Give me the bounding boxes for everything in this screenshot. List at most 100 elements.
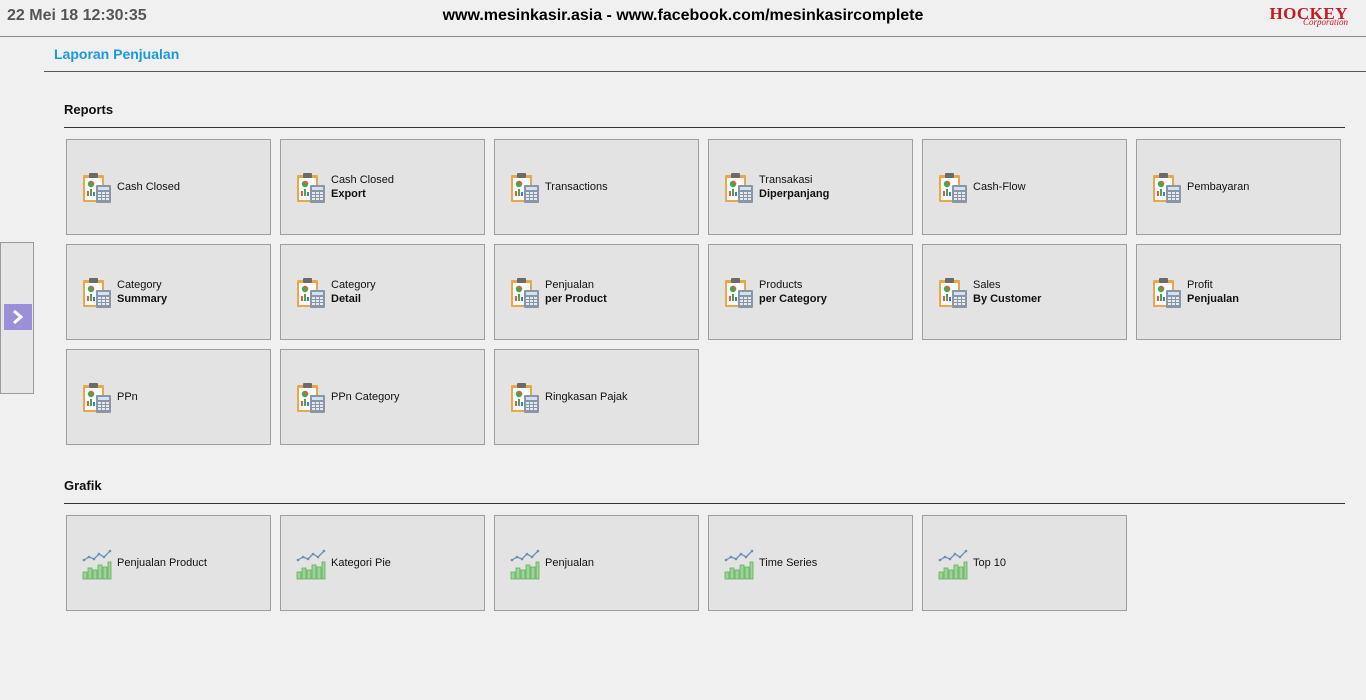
report-tile-title: Pembayaran: [1187, 181, 1250, 193]
report-tile[interactable]: Transactions: [494, 139, 699, 235]
report-clipboard-icon: [82, 172, 112, 204]
chart-icon: [938, 548, 968, 580]
grafik-section-title: Grafik: [64, 478, 102, 493]
report-clipboard-icon: [510, 172, 540, 204]
report-tile-title: Profit: [1187, 279, 1213, 291]
reports-section-title: Reports: [64, 102, 114, 117]
report-tile-subtitle: By Customer: [973, 293, 1042, 305]
report-tile-label: Cash-Flow: [973, 140, 1026, 234]
report-tile-title: Category: [117, 279, 162, 291]
site-banner: www.mesinkasir.asia - www.facebook.com/m…: [442, 7, 924, 24]
chart-tile[interactable]: Time Series: [708, 515, 913, 611]
chart-tile[interactable]: Top 10: [922, 515, 1127, 611]
report-clipboard-icon: [724, 172, 754, 204]
report-tile-title: Cash-Flow: [973, 181, 1026, 193]
report-tile[interactable]: Ringkasan Pajak: [494, 349, 699, 445]
page-title: Laporan Penjualan: [54, 46, 180, 62]
report-tile-title: Category: [331, 279, 376, 291]
report-tile-label: Ringkasan Pajak: [545, 350, 628, 444]
report-clipboard-icon: [1152, 277, 1182, 309]
report-tile-title: Cash Closed: [331, 174, 394, 186]
report-tile-title: Ringkasan Pajak: [545, 391, 628, 403]
report-tile-label: Transakasi Diperpanjang: [759, 140, 829, 234]
reports-divider: [64, 127, 1345, 128]
grafik-divider: [64, 503, 1345, 504]
report-clipboard-icon: [82, 382, 112, 414]
report-tile-subtitle: Detail: [331, 293, 361, 305]
report-clipboard-icon: [296, 382, 326, 414]
report-tile-title: Products: [759, 279, 803, 291]
report-clipboard-icon: [296, 172, 326, 204]
chart-tile-title: Top 10: [973, 557, 1007, 569]
report-clipboard-icon: [1152, 172, 1182, 204]
report-tile[interactable]: PPn Category: [280, 349, 485, 445]
chart-tile-label: Top 10: [973, 516, 1006, 610]
logo-subtitle: Corporation: [1302, 17, 1348, 27]
chart-tile-title: Penjualan Product: [117, 557, 207, 569]
top-bar: 22 Mei 18 12:30:35 www.mesinkasir.asia -…: [0, 0, 1366, 37]
report-tile[interactable]: Products per Category: [708, 244, 913, 340]
report-tile-subtitle: Export: [331, 188, 366, 200]
report-clipboard-icon: [510, 277, 540, 309]
report-tile-label: Products per Category: [759, 245, 827, 339]
report-tile-title: Penjualan: [545, 279, 594, 291]
chart-tile-label: Penjualan Product: [117, 516, 207, 610]
report-tile-label: PPn: [117, 350, 138, 444]
chart-tile-title: Kategori Pie: [331, 557, 391, 569]
report-tile[interactable]: Sales By Customer: [922, 244, 1127, 340]
report-tile-label: Transactions: [545, 140, 608, 234]
report-tile-label: Cash Closed Export: [331, 140, 394, 234]
report-tile-subtitle: per Category: [759, 293, 827, 305]
report-tile-label: Pembayaran: [1187, 140, 1249, 234]
report-tile-label: Category Detail: [331, 245, 376, 339]
report-tile[interactable]: Cash Closed: [66, 139, 271, 235]
report-tile-title: Cash Closed: [117, 181, 180, 193]
report-tile-title: PPn: [117, 391, 138, 403]
report-tile-subtitle: Summary: [117, 293, 168, 305]
report-tile-subtitle: per Product: [545, 293, 607, 305]
report-tile[interactable]: Category Detail: [280, 244, 485, 340]
report-clipboard-icon: [510, 382, 540, 414]
report-tile[interactable]: Penjualan per Product: [494, 244, 699, 340]
report-tile[interactable]: PPn: [66, 349, 271, 445]
report-tile-label: Penjualan per Product: [545, 245, 607, 339]
report-tile-label: Category Summary: [117, 245, 167, 339]
report-tile-title: PPn Category: [331, 391, 400, 403]
report-clipboard-icon: [938, 172, 968, 204]
chart-icon: [296, 548, 326, 580]
chart-tile[interactable]: Penjualan Product: [66, 515, 271, 611]
chart-tile-label: Time Series: [759, 516, 817, 610]
chevron-right-icon: [4, 304, 32, 330]
report-tile-label: PPn Category: [331, 350, 399, 444]
title-divider: [44, 71, 1366, 72]
chart-tile[interactable]: Penjualan: [494, 515, 699, 611]
report-tile-label: Sales By Customer: [973, 245, 1041, 339]
report-tile-title: Sales: [973, 279, 1001, 291]
report-tile[interactable]: Category Summary: [66, 244, 271, 340]
report-tile-title: Transactions: [545, 181, 608, 193]
report-clipboard-icon: [82, 277, 112, 309]
report-tile-label: Cash Closed: [117, 140, 180, 234]
chart-tile-title: Penjualan: [545, 557, 594, 569]
report-tile[interactable]: Cash Closed Export: [280, 139, 485, 235]
report-tile-title: Transakasi: [759, 174, 813, 186]
chart-tile-label: Kategori Pie: [331, 516, 391, 610]
chart-icon: [724, 548, 754, 580]
report-tile-subtitle: Penjualan: [1187, 293, 1239, 305]
sidebar-toggle-button[interactable]: [0, 242, 34, 394]
chart-icon: [82, 548, 112, 580]
chart-tile-label: Penjualan: [545, 516, 594, 610]
report-tile-label: Profit Penjualan: [1187, 245, 1239, 339]
report-tile[interactable]: Transakasi Diperpanjang: [708, 139, 913, 235]
chart-tile[interactable]: Kategori Pie: [280, 515, 485, 611]
report-tile[interactable]: Cash-Flow: [922, 139, 1127, 235]
report-clipboard-icon: [724, 277, 754, 309]
chart-icon: [510, 548, 540, 580]
chart-tile-title: Time Series: [759, 557, 818, 569]
report-tile-subtitle: Diperpanjang: [759, 188, 830, 200]
report-clipboard-icon: [938, 277, 968, 309]
company-logo: HOCKEY Corporation: [1262, 4, 1348, 30]
report-tile[interactable]: Pembayaran: [1136, 139, 1341, 235]
report-tile[interactable]: Profit Penjualan: [1136, 244, 1341, 340]
report-clipboard-icon: [296, 277, 326, 309]
